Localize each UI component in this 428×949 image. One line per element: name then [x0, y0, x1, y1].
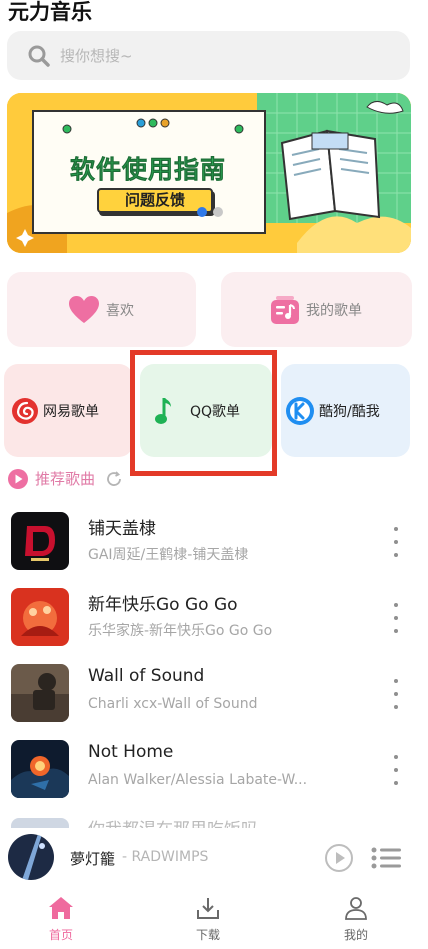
play-circle-icon	[8, 468, 28, 489]
more-icon[interactable]	[390, 679, 402, 709]
song-title: 铺天盖棣	[88, 519, 156, 539]
album-cover	[11, 512, 69, 570]
song-title: 新年快乐Go Go Go	[88, 595, 238, 615]
tab-mine-label: 我的	[343, 928, 368, 942]
album-cover	[11, 818, 69, 828]
tab-download[interactable]: 下载	[178, 896, 238, 943]
song-subtitle: Charli xcx-Wall of Sound	[88, 696, 258, 712]
kugou-icon	[286, 396, 314, 425]
album-cover	[11, 664, 69, 722]
app-title: 元力音乐	[8, 0, 92, 24]
now-playing-cover	[8, 834, 54, 880]
now-playing-artist: - RADWIMPS	[122, 849, 209, 865]
netease-music-icon	[12, 397, 38, 424]
download-icon	[197, 898, 219, 919]
play-button-icon[interactable]	[325, 844, 353, 872]
more-icon[interactable]	[390, 603, 402, 633]
tab-home[interactable]: 首页	[31, 896, 91, 943]
album-cover	[11, 740, 69, 798]
recommend-header: 推荐歌曲	[8, 468, 123, 489]
feedback-button[interactable]: 问题反馈	[97, 188, 213, 213]
song-title-partial: 你我都渴在那里吃饭吗	[88, 818, 258, 828]
search-input[interactable]: 搜你想搜~	[60, 45, 133, 66]
search-icon	[28, 45, 50, 67]
carousel-dots	[197, 207, 223, 217]
tab-download-label: 下载	[195, 928, 220, 942]
like-label: 喜欢	[106, 302, 134, 319]
highlight-box	[130, 350, 277, 476]
mini-player[interactable]: 夢灯籠 - RADWIMPS	[0, 828, 428, 886]
my-playlist-label: 我的歌单	[306, 302, 362, 319]
playlist-queue-icon[interactable]	[371, 846, 401, 870]
song-title: Not Home	[88, 742, 174, 762]
song-row[interactable]: Wall of Sound Charli xcx-Wall of Sound	[0, 664, 428, 734]
tab-mine[interactable]: 我的	[326, 896, 386, 943]
now-playing-title: 夢灯籠	[70, 850, 116, 868]
song-title: Wall of Sound	[88, 666, 205, 686]
refresh-icon[interactable]	[105, 470, 123, 488]
my-playlist-card[interactable]: 我的歌单	[221, 272, 412, 347]
heart-icon	[69, 295, 99, 323]
song-row[interactable]: 新年快乐Go Go Go 乐华家族-新年快乐Go Go Go	[0, 588, 428, 658]
bottom-tab-bar: 首页 下载 我的	[0, 888, 428, 949]
carousel-dot-active[interactable]	[197, 207, 207, 217]
song-subtitle: 乐华家族-新年快乐Go Go Go	[88, 623, 273, 639]
netease-playlist-card[interactable]: 网易歌单	[4, 364, 133, 457]
playlist-icon	[271, 295, 299, 324]
more-icon[interactable]	[390, 755, 402, 785]
banner-title: 软件使用指南	[70, 155, 227, 185]
user-icon	[345, 897, 367, 920]
search-bar[interactable]: 搜你想搜~	[7, 31, 410, 80]
song-row[interactable]: Not Home Alan Walker/Alessia Labate-W...	[0, 740, 428, 810]
home-icon	[49, 897, 73, 919]
song-row[interactable]: 铺天盖棣 GAI周延/王鹤棣-铺天盖棣	[0, 512, 428, 582]
more-icon[interactable]	[390, 527, 402, 557]
kugou-playlist-label: 酷狗/酷我	[319, 403, 380, 420]
netease-playlist-label: 网易歌单	[43, 403, 99, 420]
song-subtitle: Alan Walker/Alessia Labate-W...	[88, 772, 308, 788]
kugou-playlist-card[interactable]: 酷狗/酷我	[281, 364, 410, 457]
album-cover	[11, 588, 69, 646]
recommend-title: 推荐歌曲	[35, 470, 96, 488]
like-card[interactable]: 喜欢	[7, 272, 196, 347]
song-subtitle: GAI周延/王鹤棣-铺天盖棣	[88, 547, 249, 563]
tab-home-label: 首页	[48, 928, 73, 942]
carousel-dot[interactable]	[213, 207, 223, 217]
guide-banner[interactable]: 软件使用指南 问题反馈	[7, 93, 411, 253]
